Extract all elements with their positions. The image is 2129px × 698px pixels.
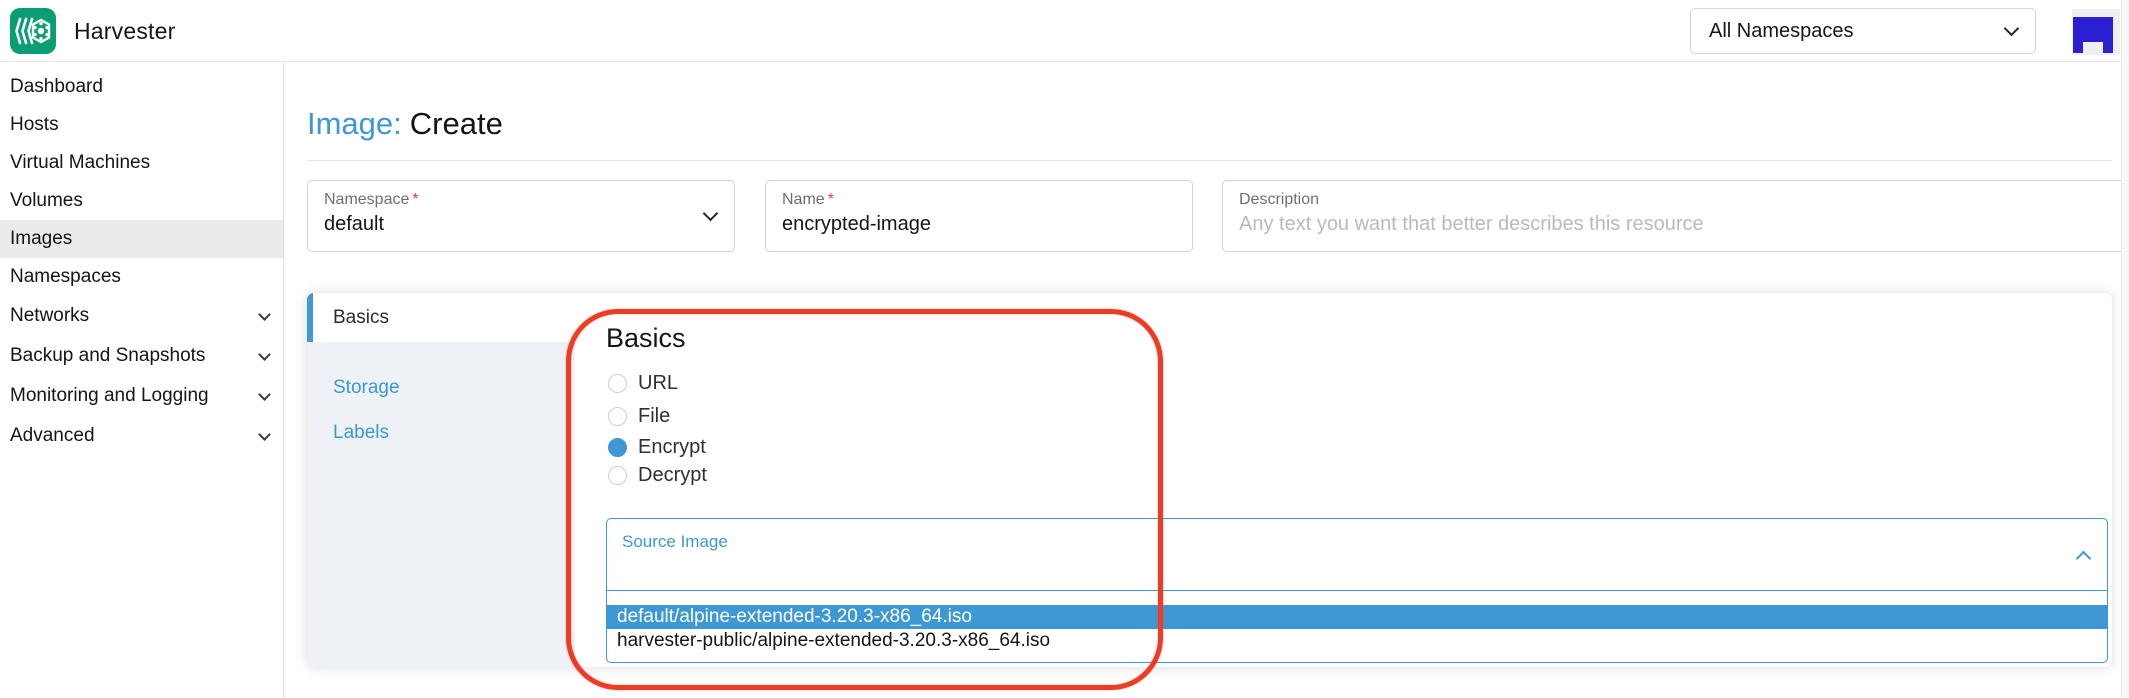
tab-label: Storage [333, 377, 400, 399]
brand-title: Harvester [74, 0, 176, 62]
tab-label: Labels [333, 422, 389, 444]
harvester-logo-glyph [15, 15, 51, 47]
sidebar-item-backup-and-snapshots[interactable]: Backup and Snapshots [0, 336, 283, 376]
sidebar-item-label: Advanced [10, 425, 95, 447]
radio-option-encrypt[interactable]: Encrypt [608, 436, 706, 459]
namespace-field-value: default [324, 213, 718, 236]
sidebar-item-label: Namespaces [10, 266, 121, 288]
chevron-down-icon [258, 308, 271, 321]
name-field-label: Name* [782, 191, 1176, 209]
radio-icon [608, 466, 627, 485]
tab-column: Basics Storage Labels [307, 293, 575, 667]
radio-icon [608, 374, 627, 393]
namespace-field-label: Namespace* [324, 191, 718, 209]
radio-option-file[interactable]: File [608, 405, 670, 428]
tab-labels[interactable]: Labels [307, 410, 575, 455]
source-image-label: Source Image [622, 532, 728, 552]
radio-icon [608, 407, 627, 426]
app-header: Harvester All Namespaces [0, 0, 2129, 62]
dropdown-option-harvester-public-image[interactable]: harvester-public/alpine-extended-3.20.3-… [607, 629, 2107, 653]
description-field: Description [1222, 180, 2129, 252]
avatar-glyph-right [2103, 42, 2113, 53]
radio-option-url[interactable]: URL [608, 372, 678, 395]
page-title-action: Create [410, 106, 503, 141]
radio-label: Decrypt [638, 464, 707, 487]
sidebar-item-namespaces[interactable]: Namespaces [0, 258, 283, 296]
sidebar-item-label: Virtual Machines [10, 152, 150, 174]
harvester-logo-icon [10, 8, 56, 54]
sidebar-nav: Dashboard Hosts Virtual Machines Volumes… [0, 62, 284, 698]
sidebar-item-dashboard[interactable]: Dashboard [0, 68, 283, 106]
sidebar-item-label: Backup and Snapshots [10, 345, 205, 367]
required-asterisk: * [412, 191, 418, 208]
description-input[interactable] [1239, 213, 2129, 236]
name-field: Name* [765, 180, 1193, 252]
sidebar-item-advanced[interactable]: Advanced [0, 416, 283, 456]
source-image-select[interactable]: Source Image [606, 518, 2108, 591]
basics-panel: Basics URL File Encrypt Decrypt [575, 293, 2112, 667]
page-title-resource: Image: [307, 106, 402, 141]
sidebar-item-label: Dashboard [10, 76, 103, 98]
sidebar-item-label: Monitoring and Logging [10, 385, 209, 407]
panel-heading: Basics [606, 323, 686, 354]
required-asterisk: * [828, 191, 834, 208]
sidebar-item-label: Images [10, 228, 72, 250]
source-image-dropdown-menu: default/alpine-extended-3.20.3-x86_64.is… [606, 590, 2108, 663]
chevron-down-icon [258, 348, 271, 361]
harvester-app: Harvester All Namespaces Dashboard Hosts… [0, 0, 2129, 698]
chevron-down-icon [258, 388, 271, 401]
tab-label: Basics [333, 307, 389, 329]
namespace-field[interactable]: Namespace* default [307, 180, 735, 252]
radio-option-decrypt[interactable]: Decrypt [608, 464, 707, 487]
active-tab-indicator [307, 293, 313, 342]
namespace-filter-select[interactable]: All Namespaces [1690, 8, 2036, 54]
description-field-label: Description [1239, 191, 2129, 209]
tab-basics[interactable]: Basics [307, 293, 575, 342]
chevron-down-icon [2004, 21, 2020, 37]
radio-checked-icon [608, 438, 627, 457]
sidebar-item-networks[interactable]: Networks [0, 296, 283, 336]
radio-label: Encrypt [638, 436, 706, 459]
chevron-up-icon [2076, 551, 2092, 567]
name-input[interactable] [782, 213, 1176, 236]
radio-label: File [638, 405, 670, 428]
title-divider [307, 160, 2112, 161]
sidebar-item-images[interactable]: Images [0, 220, 283, 258]
sidebar-item-virtual-machines[interactable]: Virtual Machines [0, 144, 283, 182]
vertical-scrollbar[interactable] [2121, 0, 2129, 698]
sidebar-item-volumes[interactable]: Volumes [0, 182, 283, 220]
dropdown-option-default-image[interactable]: default/alpine-extended-3.20.3-x86_64.is… [607, 605, 2107, 629]
namespace-filter-value: All Namespaces [1709, 20, 2006, 43]
radio-label: URL [638, 372, 678, 395]
sidebar-item-hosts[interactable]: Hosts [0, 106, 283, 144]
sidebar-item-label: Networks [10, 305, 89, 327]
user-avatar[interactable] [2072, 9, 2120, 55]
sidebar-item-label: Hosts [10, 114, 59, 136]
sidebar-item-label: Volumes [10, 190, 83, 212]
avatar-glyph [2073, 17, 2113, 42]
main-content: Image:Create Namespace* default Name* De… [284, 62, 2129, 698]
chevron-down-icon [258, 428, 271, 441]
avatar-glyph-left [2073, 42, 2083, 53]
image-create-card: Basics Storage Labels Basics URL File [307, 293, 2112, 667]
sidebar-item-monitoring-and-logging[interactable]: Monitoring and Logging [0, 376, 283, 416]
page-title: Image:Create [307, 106, 503, 142]
tab-storage[interactable]: Storage [307, 365, 575, 410]
